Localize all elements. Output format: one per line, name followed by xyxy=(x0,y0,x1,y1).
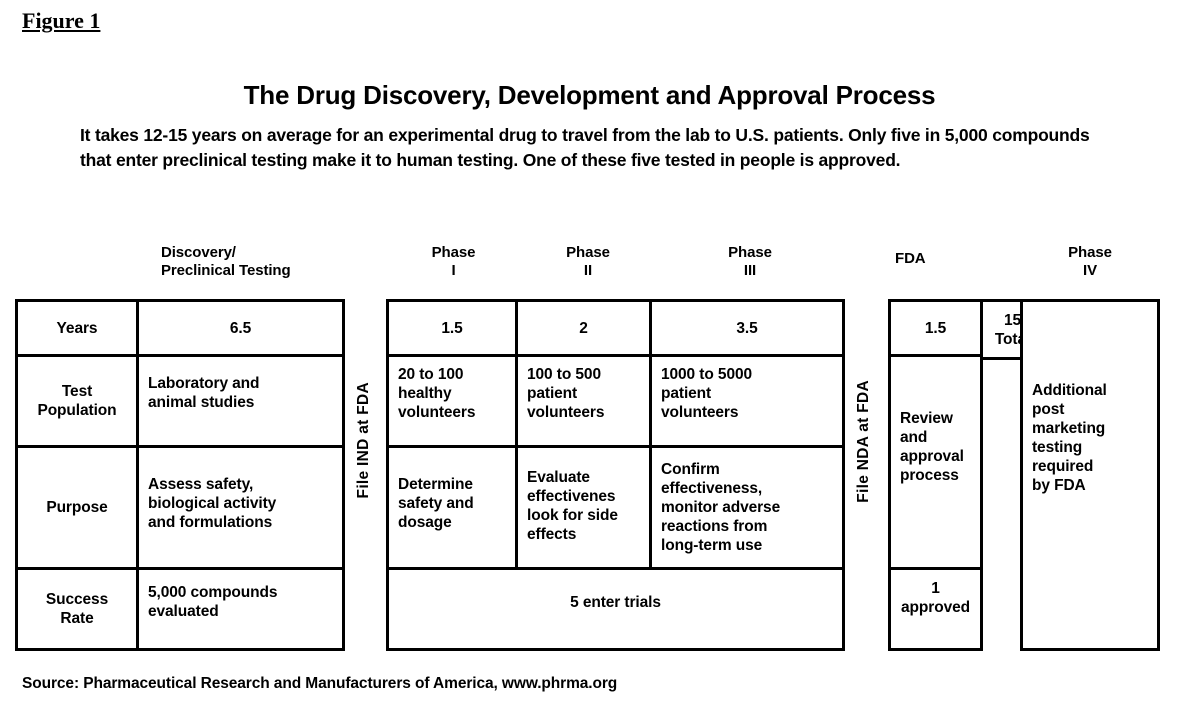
table-preclinical: Years 6.5 Test Population Laboratory and… xyxy=(15,299,345,651)
table-fda: 1.5 Review and approval process 1 approv… xyxy=(888,299,983,651)
connector-label-file-nda: File NDA at FDA xyxy=(855,380,872,503)
column-header-phase-4: Phase IV xyxy=(1068,244,1112,279)
intro-paragraph: It takes 12-15 years on average for an e… xyxy=(80,125,1090,170)
column-header-phase-3: Phase III xyxy=(728,244,772,279)
cell-phase1-test-population: 20 to 100 healthy volunteers xyxy=(389,357,518,448)
table-clinical-phases: 1.5 2 3.5 20 to 100 healthy volunteers 1… xyxy=(386,299,845,651)
source-line: Source: Pharmaceutical Research and Manu… xyxy=(22,675,618,692)
cell-fda-approved: 1 approved xyxy=(901,580,970,616)
cell-fda-process: Review and approval process xyxy=(891,357,980,570)
column-header-discovery: Discovery/ Preclinical Testing xyxy=(161,244,291,279)
column-header-phase-1: Phase I xyxy=(431,244,476,279)
cell-phase3-purpose: Confirm effectiveness, monitor adverse r… xyxy=(652,448,842,570)
connector-label-file-ind: File IND at FDA xyxy=(355,382,372,499)
cell-phase1-purpose: Determine safety and dosage xyxy=(389,448,518,570)
cell-phase2-years: 2 xyxy=(518,302,652,357)
cell-phase2-purpose: Evaluate effectivenes look for side effe… xyxy=(518,448,652,570)
column-header-phase-2: Phase II xyxy=(566,244,610,279)
figure-label: Figure 1 xyxy=(22,8,101,33)
cell-trials-banner: 5 enter trials xyxy=(570,593,661,611)
cell-preclinical-success-rate: 5,000 compounds evaluated xyxy=(148,584,278,620)
table-phase-4: Additional post marketing testing requir… xyxy=(1020,299,1160,651)
column-header-fda: FDA xyxy=(895,250,926,267)
cell-fda-years: 1.5 xyxy=(891,302,980,357)
row-label-success-rate: Success Rate xyxy=(18,570,139,648)
row-label-purpose: Purpose xyxy=(18,448,139,570)
cell-phase2-test-population: 100 to 500 patient volunteers xyxy=(518,357,652,448)
cell-phase4-description: Additional post marketing testing requir… xyxy=(1032,382,1107,494)
cell-phase3-test-population: 1000 to 5000 patient volunteers xyxy=(652,357,842,448)
cell-preclinical-test-population: Laboratory and animal studies xyxy=(139,357,342,448)
cell-preclinical-purpose: Assess safety, biological activity and f… xyxy=(139,448,342,570)
row-label-years: Years xyxy=(18,302,139,357)
cell-phase1-years: 1.5 xyxy=(389,302,518,357)
page-title: The Drug Discovery, Development and Appr… xyxy=(243,80,936,110)
cell-preclinical-years: 6.5 xyxy=(139,302,342,357)
cell-phase3-years: 3.5 xyxy=(652,302,842,357)
row-label-test-population: Test Population xyxy=(18,357,139,448)
